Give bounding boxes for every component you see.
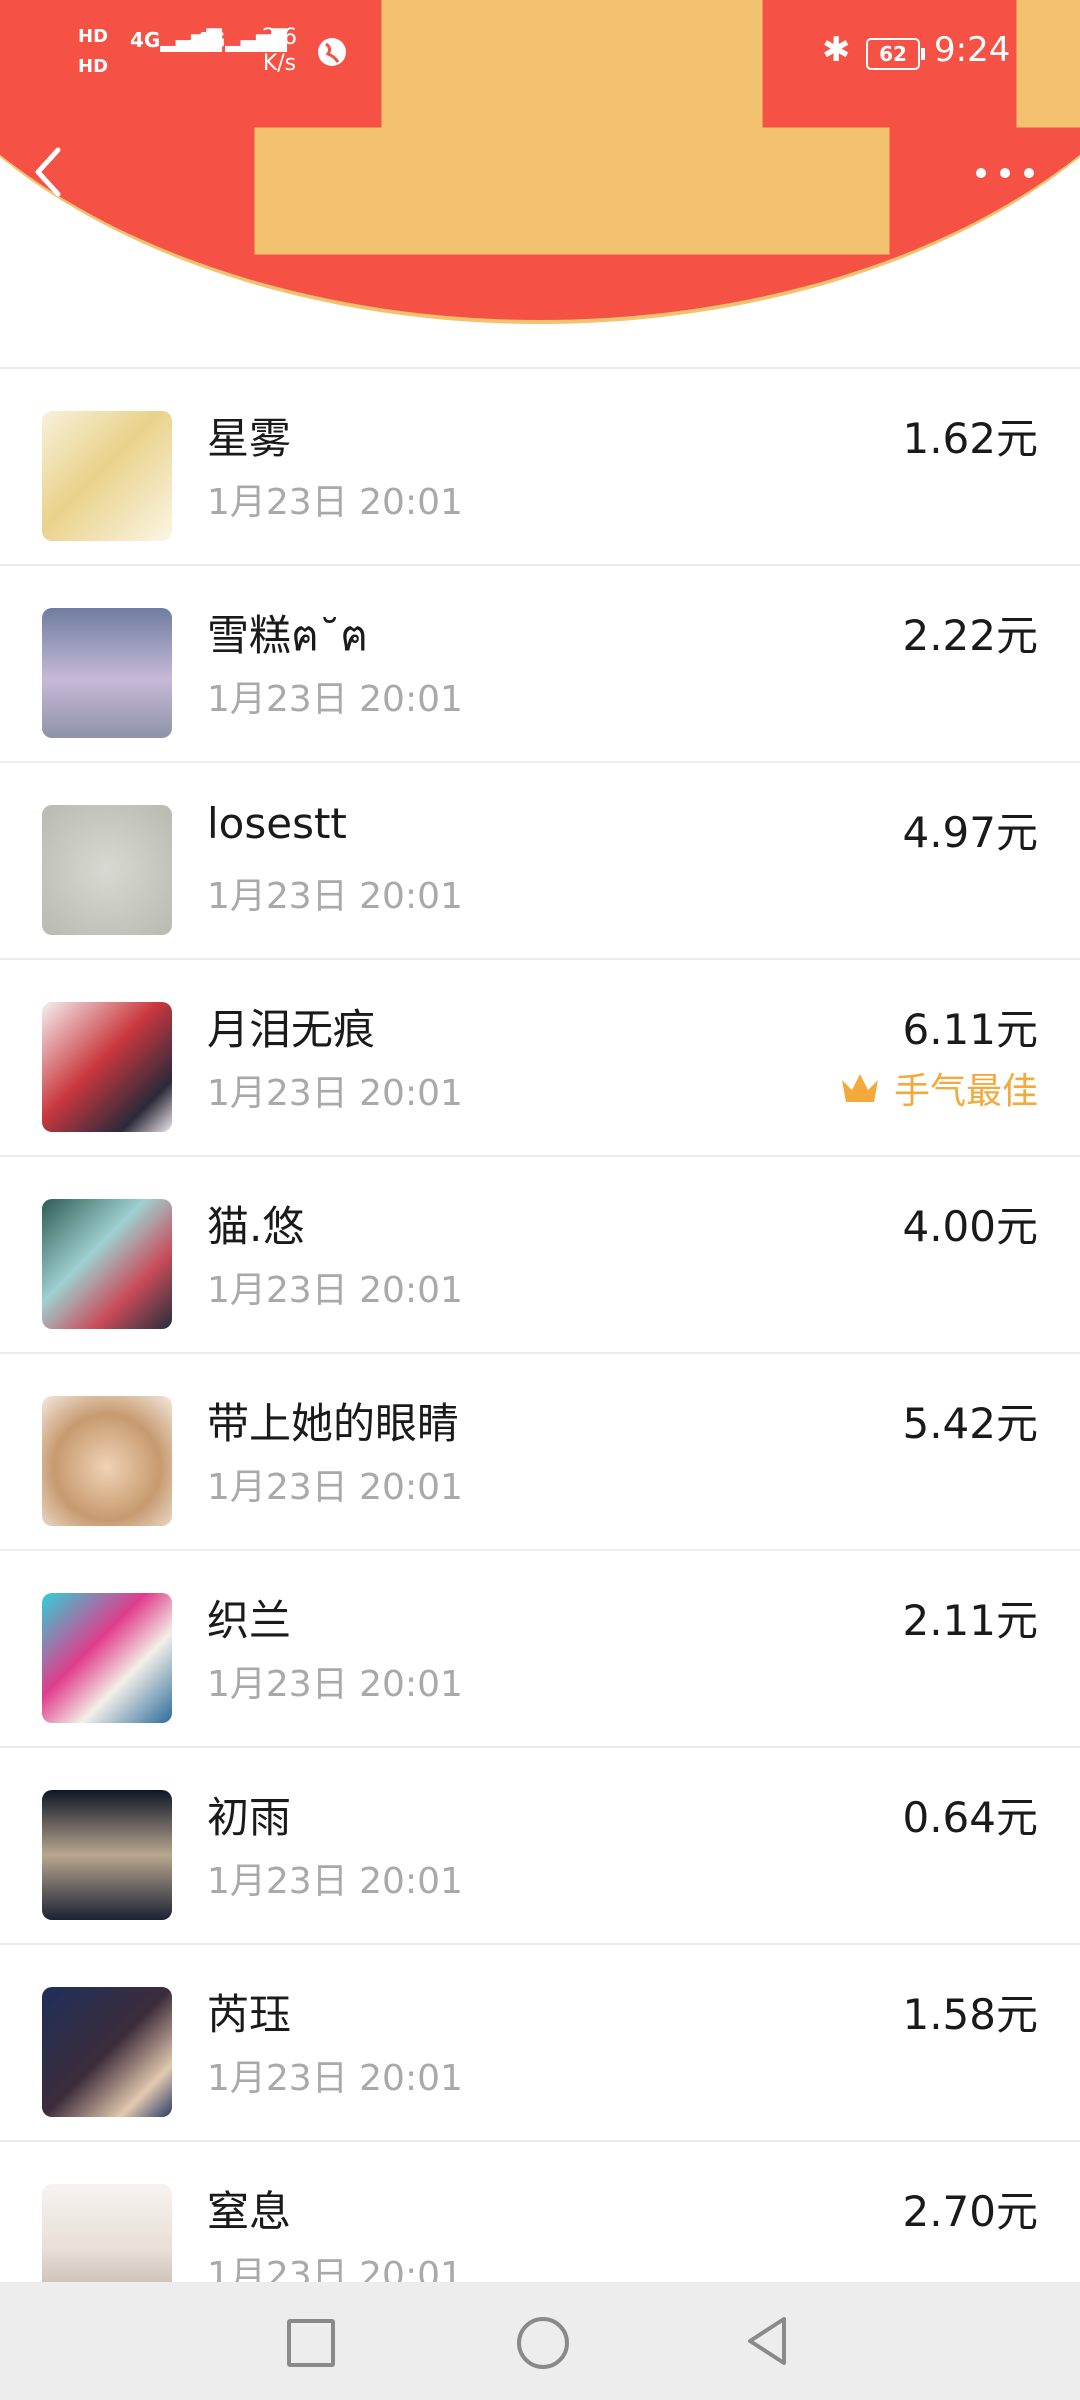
- avatar[interactable]: [42, 608, 172, 738]
- red-envelope-header: HD HD 4G▂▄▆█ 4G▂▄▆█ 2.6 K/s ✱ 62 9:24: [0, 0, 1080, 330]
- clock: 9:24: [934, 30, 1011, 70]
- list-item[interactable]: 星雾 1月23日 20:01 1.62元: [0, 369, 1080, 566]
- amount: 5.42元: [902, 1399, 1038, 1448]
- amount: 4.97元: [902, 808, 1038, 857]
- amount: 2.70元: [902, 2187, 1038, 2236]
- recipient-name: 星雾: [207, 414, 292, 463]
- amount: 1.58元: [902, 1990, 1038, 2039]
- recipient-list: 星雾 1月23日 20:01 1.62元雪糕ฅ˘ฅ 1月23日 20:01 2.22元 l…: [0, 367, 1080, 2337]
- hd-label-1: HD: [78, 26, 109, 47]
- more-options-button[interactable]: [972, 152, 1038, 192]
- recipient-name: 带上她的眼睛: [207, 1399, 460, 1448]
- amount: 2.22元: [902, 611, 1038, 660]
- recipient-name: 初雨: [207, 1793, 292, 1842]
- battery-level: 62: [879, 42, 907, 66]
- received-time: 1月23日 20:01: [207, 1467, 463, 1508]
- recent-apps-button[interactable]: [287, 2319, 335, 2367]
- triangle-back-icon: [748, 2317, 786, 2365]
- recipient-name: 雪糕ฅ˘ฅ: [207, 611, 369, 660]
- amount: 0.64元: [902, 1793, 1038, 1842]
- amount: 1.62元: [902, 414, 1038, 463]
- avatar[interactable]: [42, 1593, 172, 1723]
- received-time: 1月23日 20:01: [207, 1664, 463, 1705]
- avatar[interactable]: [42, 1790, 172, 1920]
- list-item[interactable]: 猫.悠 1月23日 20:01 4.00元: [0, 1157, 1080, 1354]
- speed-unit: K/s: [262, 51, 297, 76]
- received-time: 1月23日 20:01: [207, 679, 463, 720]
- chevron-left-icon: [35, 147, 61, 197]
- status-bar: HD HD 4G▂▄▆█ 4G▂▄▆█ 2.6 K/s ✱ 62 9:24: [0, 0, 1080, 110]
- network-type-2: 4G: [195, 28, 226, 52]
- recipient-name: 窒息: [207, 2187, 292, 2236]
- list-item[interactable]: 雪糕ฅ˘ฅ 1月23日 20:01 2.22元: [0, 566, 1080, 763]
- battery-icon: 62: [866, 38, 925, 70]
- recipient-name: 猫.悠: [207, 1202, 305, 1251]
- recipient-name: 织兰: [207, 1596, 292, 1645]
- avatar[interactable]: [42, 805, 172, 935]
- back-button[interactable]: [28, 140, 72, 204]
- more-dots-icon: [1024, 168, 1034, 178]
- network-speed: 2.6 K/s: [262, 25, 297, 77]
- network-type-1: 4G: [130, 28, 161, 52]
- received-time: 1月23日 20:01: [207, 482, 463, 523]
- list-item[interactable]: 初雨 1月23日 20:01 0.64元: [0, 1748, 1080, 1945]
- list-item[interactable]: 带上她的眼睛 1月23日 20:01 5.42元: [0, 1354, 1080, 1551]
- recipient-name: 月泪无痕: [207, 1005, 376, 1054]
- more-dots-icon: [976, 168, 986, 178]
- list-item[interactable]: losestt 1月23日 20:01 4.97元: [0, 763, 1080, 960]
- avatar[interactable]: [42, 1002, 172, 1132]
- avatar[interactable]: [42, 411, 172, 541]
- home-button[interactable]: [517, 2317, 569, 2369]
- avatar[interactable]: [42, 1396, 172, 1526]
- received-time: 1月23日 20:01: [207, 1270, 463, 1311]
- best-luck-badge: 手气最佳: [840, 1062, 1038, 1114]
- recipient-name: 芮珏: [207, 1990, 292, 2039]
- amount: 2.11元: [902, 1596, 1038, 1645]
- crown-icon: [841, 1074, 878, 1102]
- avatar[interactable]: [42, 1987, 172, 2117]
- system-nav-bar: [0, 2282, 1080, 2400]
- nav-back-button[interactable]: [744, 2315, 790, 2367]
- recipient-name: losestt: [207, 799, 347, 848]
- list-item[interactable]: 月泪无痕 1月23日 20:01 6.11元手气最佳: [0, 960, 1080, 1157]
- speed-value: 2.6: [262, 25, 297, 50]
- received-time: 1月23日 20:01: [207, 1073, 463, 1114]
- received-time: 1月23日 20:01: [207, 2058, 463, 2099]
- amount: 6.11元: [902, 1005, 1038, 1054]
- best-luck-label: 手气最佳: [893, 1071, 1038, 1112]
- bluetooth-icon: ✱: [822, 30, 851, 70]
- hd-label-2: HD: [78, 56, 109, 77]
- browser-globe-icon: [318, 38, 346, 66]
- list-item[interactable]: 织兰 1月23日 20:01 2.11元: [0, 1551, 1080, 1748]
- received-time: 1月23日 20:01: [207, 1861, 463, 1902]
- avatar[interactable]: [42, 1199, 172, 1329]
- more-dots-icon: [1000, 168, 1010, 178]
- received-time: 1月23日 20:01: [207, 876, 463, 917]
- hd-indicators: HD HD: [78, 22, 108, 82]
- amount: 4.00元: [902, 1202, 1038, 1251]
- list-item[interactable]: 芮珏 1月23日 20:01 1.58元: [0, 1945, 1080, 2142]
